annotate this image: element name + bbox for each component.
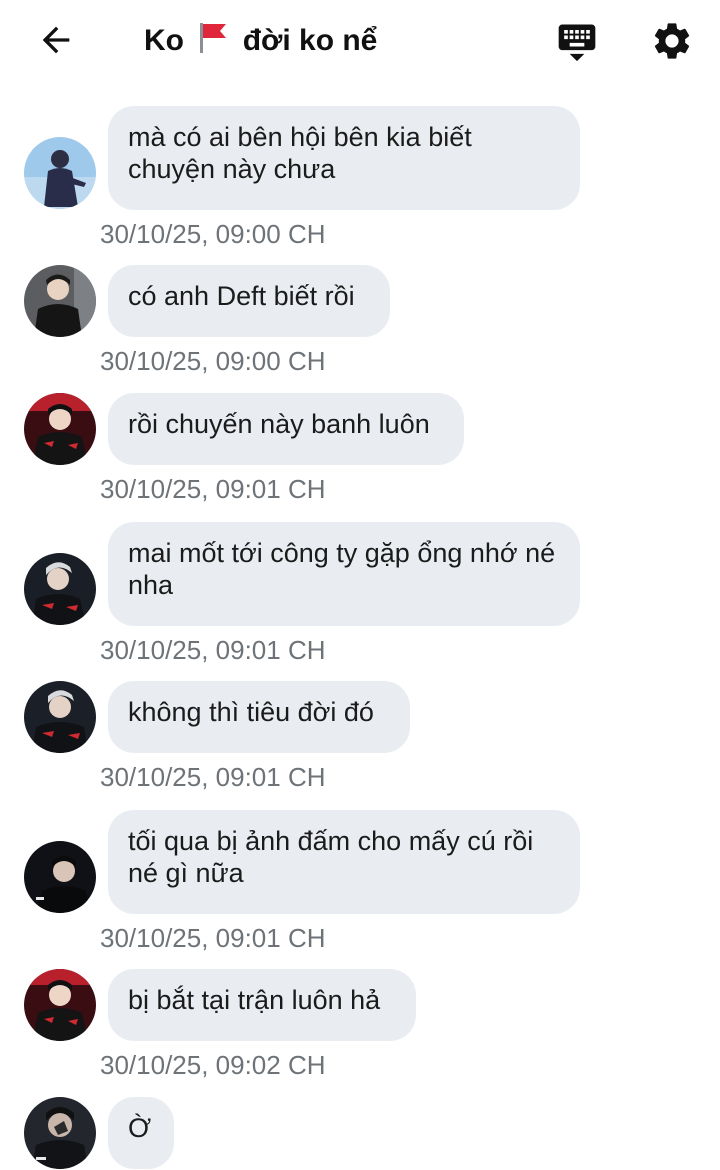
message-bubble[interactable]: có anh Deft biết rồi [108, 265, 390, 337]
avatar[interactable] [24, 1097, 96, 1169]
message-bubble[interactable]: rồi chuyến này banh luôn [108, 393, 464, 465]
message-timestamp: 30/10/25, 09:02 CH [100, 1050, 326, 1080]
avatar[interactable] [24, 841, 96, 913]
message-bubble[interactable]: mà có ai bên hội bên kia biết chuyện này… [108, 106, 580, 210]
message-timestamp: 30/10/25, 09:01 CH [100, 923, 326, 953]
message-timestamp: 30/10/25, 09:00 CH [100, 219, 326, 249]
message-bubble[interactable]: bị bắt tại trận luôn hả [108, 969, 416, 1041]
avatar[interactable] [24, 969, 96, 1041]
avatar[interactable] [24, 393, 96, 465]
message-bubble[interactable]: tối qua bị ảnh đấm cho mấy cú rồi né gì … [108, 810, 580, 914]
message-timestamp: 30/10/25, 09:01 CH [100, 762, 326, 792]
avatar[interactable] [24, 681, 96, 753]
message-bubble[interactable]: mai mốt tới công ty gặp ổng nhớ né nha [108, 522, 580, 626]
message-timestamp: 30/10/25, 09:00 CH [100, 346, 326, 376]
avatar[interactable] [24, 265, 96, 337]
message-bubble[interactable]: Ờ [108, 1097, 174, 1169]
avatar[interactable] [24, 553, 96, 625]
message-list[interactable]: mà có ai bên hội bên kia biết chuyện này… [0, 0, 720, 1170]
message-timestamp: 30/10/25, 09:01 CH [100, 635, 326, 665]
chat-screen: Ko đời ko nể mà có ai bên hội bên kia bi… [0, 0, 720, 1170]
message-bubble[interactable]: không thì tiêu đời đó [108, 681, 410, 753]
message-timestamp: 30/10/25, 09:01 CH [100, 474, 326, 504]
avatar[interactable] [24, 137, 96, 209]
